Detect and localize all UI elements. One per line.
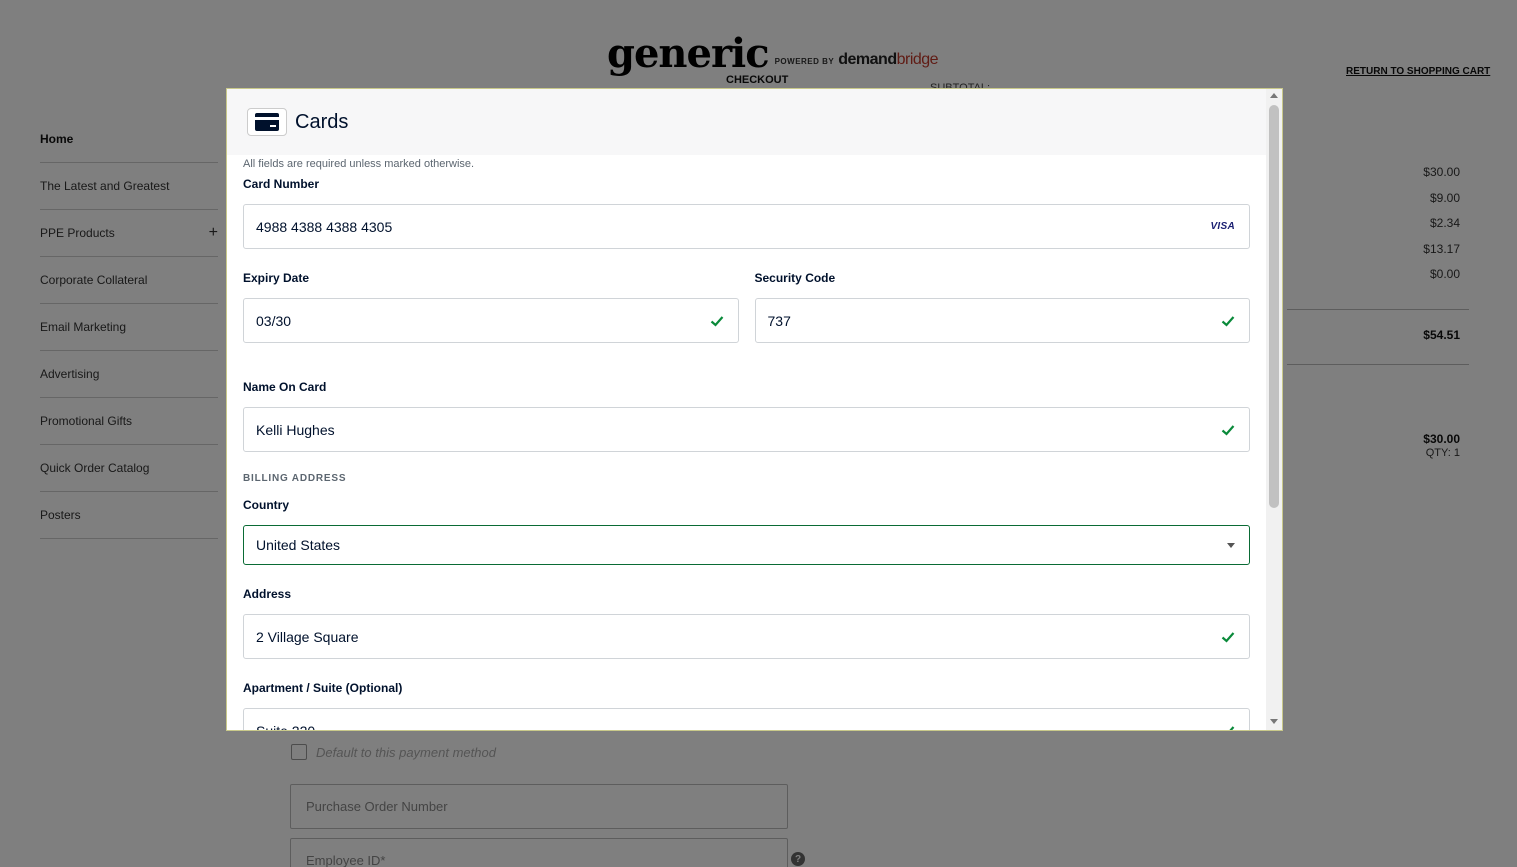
card-number-value: 4988 4388 4388 4305 [256, 218, 393, 235]
valid-check-icon [1221, 631, 1235, 643]
card-form: All fields are required unless marked ot… [243, 155, 1250, 731]
modal-scrollbar[interactable] [1266, 89, 1282, 730]
modal-title: Cards [295, 110, 349, 133]
security-code-input[interactable]: 737 [754, 298, 1250, 343]
scroll-down-arrow-icon[interactable] [1270, 719, 1278, 724]
required-note: All fields are required unless marked ot… [243, 158, 475, 170]
billing-address-heading: BILLING ADDRESS [243, 473, 347, 484]
scroll-thumb[interactable] [1269, 105, 1279, 508]
expiry-security-row: Expiry Date 03/30 Security Code 737 [243, 270, 1250, 343]
expiry-group: Expiry Date 03/30 [243, 270, 739, 343]
address-label: Address [243, 587, 292, 601]
valid-check-icon [1221, 424, 1235, 436]
apartment-value: Suite 220 [256, 722, 316, 731]
visa-logo-icon: VISA [1210, 221, 1235, 232]
dropdown-caret-icon [1227, 542, 1235, 548]
name-on-card-label: Name On Card [243, 380, 327, 394]
card-number-input[interactable]: 4988 4388 4388 4305 VISA [243, 204, 1250, 249]
cards-modal: Cards All fields are required unless mar… [226, 88, 1283, 731]
country-value: United States [256, 537, 341, 553]
card-number-label: Card Number [243, 177, 320, 191]
apartment-input[interactable]: Suite 220 [243, 708, 1250, 731]
scroll-up-arrow-icon[interactable] [1270, 93, 1278, 98]
address-value: 2 Village Square [256, 628, 359, 645]
valid-check-icon [1221, 315, 1235, 327]
valid-check-icon [1228, 725, 1235, 730]
expiry-value: 03/30 [256, 312, 292, 329]
modal-header: Cards [227, 89, 1282, 155]
expiry-label: Expiry Date [243, 271, 310, 285]
name-on-card-input[interactable]: Kelli Hughes [243, 407, 1250, 452]
address-input[interactable]: 2 Village Square [243, 614, 1250, 659]
country-select[interactable]: United States [243, 525, 1250, 565]
security-group: Security Code 737 [754, 270, 1250, 343]
security-code-value: 737 [767, 312, 791, 329]
credit-card-icon [247, 108, 287, 136]
expiry-input[interactable]: 03/30 [243, 298, 739, 343]
apartment-label: Apartment / Suite (Optional) [243, 681, 403, 695]
valid-check-icon [710, 315, 723, 327]
security-code-label: Security Code [754, 271, 836, 285]
country-label: Country [243, 498, 289, 512]
name-on-card-value: Kelli Hughes [256, 421, 335, 438]
